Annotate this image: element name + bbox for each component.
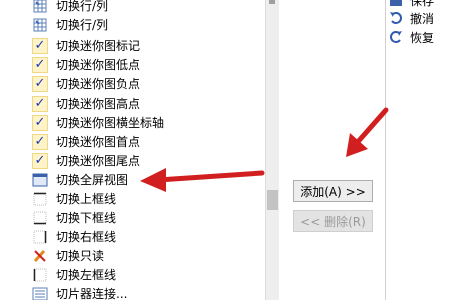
list-item-sparkline-markers[interactable]: ✓ 切换迷你图标记	[30, 36, 265, 55]
list-item-label: 切换行/列	[56, 0, 109, 13]
scrollbar-top-notch	[269, 0, 275, 4]
list-item-label: 撤消	[410, 11, 435, 26]
list-item-label: 切换迷你图负点	[56, 77, 141, 91]
slicer-icon	[32, 286, 48, 300]
check-icon: ✓	[32, 95, 48, 112]
list-item-label: 切换迷你图首点	[56, 135, 141, 149]
list-item-label: 切换迷你图标记	[56, 39, 141, 53]
check-icon: ✓	[32, 37, 48, 54]
border-right-icon	[32, 229, 48, 245]
check-icon: ✓	[32, 56, 48, 73]
check-icon: ✓	[32, 152, 48, 169]
scrollbar-thumb[interactable]	[267, 190, 278, 210]
list-item-left-border[interactable]: 切换左框线	[30, 265, 265, 284]
quick-access-commands-list[interactable]: 保存 撤消 恢复	[385, 0, 450, 300]
list-item-label: 切换迷你图横坐标轴	[56, 116, 165, 130]
available-commands-list[interactable]: 切换行/列 切换行/列 ✓ 切换迷你图标记 ✓ 切换迷你图低点 ✓ 切换迷你图负…	[30, 0, 265, 300]
list-item-label: 切换迷你图尾点	[56, 154, 141, 168]
list-item-undo[interactable]: 撤消	[388, 9, 448, 27]
list-item-sparkline-last-point[interactable]: ✓ 切换迷你图尾点	[30, 151, 265, 170]
list-item-label: 保存	[410, 0, 435, 8]
list-item-label: 切换全屏视图	[56, 173, 129, 187]
list-item-label: 切换左框线	[56, 268, 117, 282]
grid-icon	[32, 0, 48, 14]
list-item-switch-row-col-1[interactable]: 切换行/列	[30, 0, 265, 15]
list-item-label: 切片器连接...	[56, 287, 128, 300]
list-item-sparkline-first-point[interactable]: ✓ 切换迷你图首点	[30, 132, 265, 151]
border-left-icon	[32, 267, 48, 283]
list-item-bottom-border[interactable]: 切换下框线	[30, 208, 265, 227]
border-top-icon	[32, 191, 48, 207]
list-item-top-border[interactable]: 切换上框线	[30, 189, 265, 208]
list-scrollbar[interactable]	[265, 0, 279, 300]
list-item-switch-row-col-2[interactable]: 切换行/列	[30, 15, 265, 34]
redo-icon	[388, 29, 404, 45]
list-item-sparkline-high-point[interactable]: ✓ 切换迷你图高点	[30, 94, 265, 113]
list-item-slicer-connections[interactable]: 切片器连接...	[30, 284, 265, 300]
list-item-label: 恢复	[410, 30, 435, 45]
list-item-redo[interactable]: 恢复	[388, 28, 448, 46]
read-only-icon	[32, 248, 48, 264]
save-icon	[388, 0, 404, 8]
check-icon: ✓	[32, 75, 48, 92]
list-item-full-screen[interactable]: 切换全屏视图	[30, 170, 265, 189]
undo-icon	[388, 10, 404, 26]
list-item-sparkline-low-point[interactable]: ✓ 切换迷你图低点	[30, 55, 265, 74]
list-item-right-border[interactable]: 切换右框线	[30, 227, 265, 246]
add-button[interactable]: 添加(A) >>	[293, 180, 373, 202]
list-item-label: 切换下框线	[56, 211, 117, 225]
list-item-label: 切换只读	[56, 249, 105, 263]
list-item-read-only[interactable]: 切换只读	[30, 246, 265, 265]
list-item-sparkline-axis[interactable]: ✓ 切换迷你图横坐标轴	[30, 113, 265, 132]
list-item-label: 切换上框线	[56, 192, 117, 206]
list-item-sparkline-negative-points[interactable]: ✓ 切换迷你图负点	[30, 74, 265, 93]
list-item-label: 切换迷你图高点	[56, 97, 141, 111]
remove-button[interactable]: << 删除(R)	[293, 210, 373, 232]
fullscreen-icon	[32, 172, 48, 188]
list-item-label: 切换行/列	[56, 18, 109, 32]
check-icon: ✓	[32, 133, 48, 150]
border-bottom-icon	[32, 210, 48, 226]
check-icon: ✓	[32, 114, 48, 131]
grid-icon	[32, 17, 48, 33]
list-item-label: 切换迷你图低点	[56, 58, 141, 72]
list-item-label: 切换右框线	[56, 230, 117, 244]
list-item-save[interactable]: 保存	[388, 0, 448, 9]
arrow-to-add-button	[346, 107, 389, 157]
